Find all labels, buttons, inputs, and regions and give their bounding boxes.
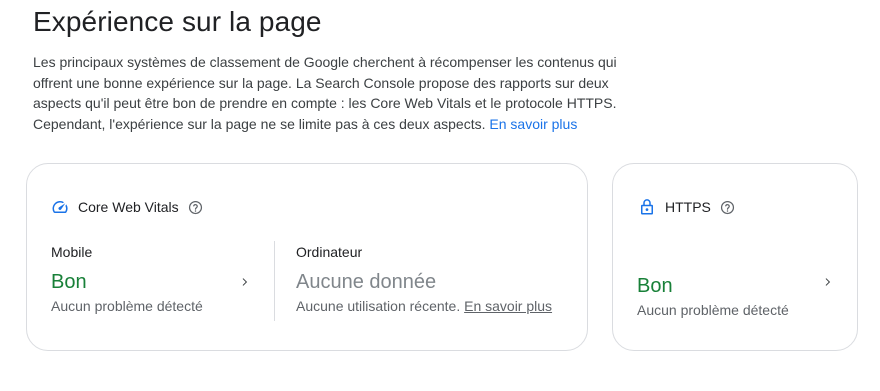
cwv-desktop-section: Ordinateur Aucune donnée Aucune utilisat… (296, 244, 576, 314)
desktop-description: Aucune utilisation récente. En savoir pl… (296, 298, 576, 314)
mobile-description: Aucun problème détecté (51, 298, 203, 314)
https-card[interactable]: HTTPS Bon Aucun problème détecté (612, 163, 858, 351)
desktop-description-text: Aucune utilisation récente. (296, 298, 461, 314)
speed-gauge-icon (51, 198, 69, 216)
desktop-learn-more-link[interactable]: En savoir plus (464, 298, 552, 314)
intro-learn-more-link[interactable]: En savoir plus (489, 116, 577, 132)
https-description: Aucun problème détecté (637, 302, 789, 318)
https-card-header: HTTPS (638, 198, 735, 216)
help-icon[interactable] (720, 200, 735, 215)
cwv-mobile-section[interactable]: Mobile Bon Aucun problème détecté (51, 244, 251, 314)
lock-icon (638, 198, 656, 216)
intro-paragraph: Les principaux systèmes de classement de… (33, 52, 653, 134)
desktop-label: Ordinateur (296, 244, 363, 260)
https-status-section: Bon Aucun problème détecté (637, 244, 837, 318)
page-title: Expérience sur la page (33, 6, 322, 37)
mobile-label: Mobile (51, 244, 93, 260)
column-divider (274, 241, 275, 321)
help-icon[interactable] (188, 200, 203, 215)
https-status: Bon (637, 275, 673, 297)
chevron-right-icon[interactable] (237, 274, 253, 290)
chevron-right-icon[interactable] (820, 274, 836, 290)
desktop-status: Aucune donnée (296, 271, 437, 293)
core-web-vitals-card: Core Web Vitals Mobile Bon Aucun problèm… (26, 163, 588, 351)
https-card-title: HTTPS (665, 199, 711, 215)
mobile-status: Bon (51, 271, 87, 293)
cwv-card-header: Core Web Vitals (51, 198, 203, 216)
cwv-card-title: Core Web Vitals (78, 199, 179, 215)
